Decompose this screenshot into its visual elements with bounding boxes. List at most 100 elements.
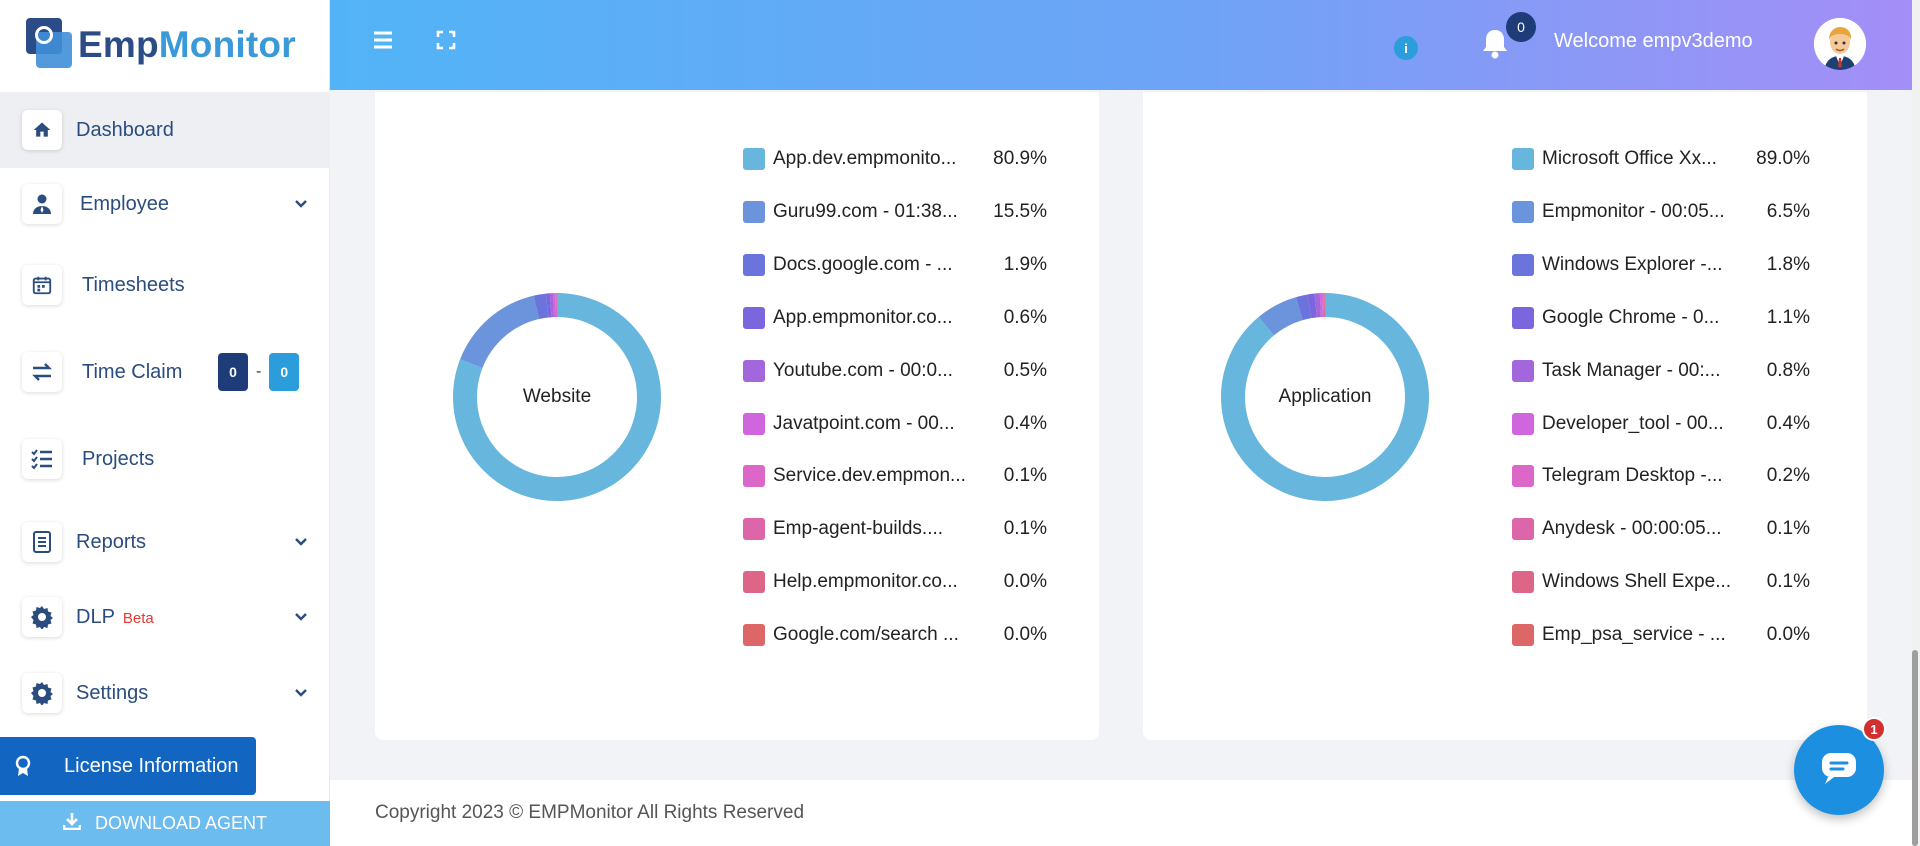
legend-percent: 1.8% (1766, 253, 1810, 275)
legend-label: Developer_tool - 00... (1542, 412, 1724, 434)
website-legend-item[interactable]: Guru99.com - 01:38... (743, 199, 958, 225)
application-legend-item[interactable]: Microsoft Office Xx... (1512, 146, 1717, 172)
gear-icon (22, 597, 62, 637)
sidebar-item-label: Employee (80, 192, 169, 215)
application-legend-item[interactable]: Anydesk - 00:00:05... (1512, 516, 1722, 542)
sidebar-item-dashboard[interactable]: Dashboard (0, 92, 330, 168)
legend-percent: 6.5% (1766, 200, 1810, 222)
website-legend-item[interactable]: Service.dev.empmon... (743, 463, 966, 489)
home-icon (22, 110, 62, 150)
legend-label: Emp_psa_service - ... (1542, 624, 1726, 646)
website-chart-center-label: Website (522, 386, 592, 407)
sidebar-item-label: Dashboard (76, 118, 174, 141)
legend-swatch (1512, 148, 1534, 170)
approved-claims-badge: 0 (269, 353, 300, 391)
legend-swatch (1512, 412, 1534, 435)
sidebar-item-timesheets[interactable]: Timesheets (0, 247, 330, 323)
pending-claims-badge: 0 (218, 353, 248, 391)
sidebar-item-dlp[interactable]: DLP Beta (0, 579, 330, 655)
website-legend-item[interactable]: Help.empmonitor.co... (743, 569, 958, 595)
calendar-icon (22, 265, 62, 305)
application-legend-item[interactable]: Developer_tool - 00... (1512, 411, 1724, 437)
download-icon (62, 812, 82, 835)
fullscreen-icon[interactable] (436, 30, 456, 55)
application-legend-item[interactable]: Emp_psa_service - ... (1512, 622, 1726, 648)
application-legend-item[interactable]: Google Chrome - 0... (1512, 305, 1719, 331)
website-legend-item[interactable]: Google.com/search ... (743, 622, 959, 648)
avatar[interactable] (1814, 18, 1866, 70)
legend-swatch (743, 148, 765, 170)
legend-label: App.empmonitor.co... (773, 306, 953, 328)
scrollbar-thumb[interactable] (1912, 650, 1918, 846)
page-scrollbar[interactable] (1912, 0, 1920, 846)
info-icon[interactable]: i (1394, 36, 1418, 60)
download-agent-button[interactable]: DOWNLOAD AGENT (0, 801, 330, 846)
legend-label: App.dev.empmonito... (773, 148, 957, 169)
legend-swatch (1512, 200, 1534, 223)
legend-percent: 1.9% (1003, 253, 1047, 275)
sidebar-item-reports[interactable]: Reports (0, 504, 330, 580)
legend-swatch (1512, 518, 1534, 541)
chevron-down-icon (294, 609, 308, 625)
license-information-button[interactable]: License Information (0, 737, 256, 795)
sidebar-item-employee[interactable]: Employee (0, 166, 330, 242)
bell-icon[interactable] (1480, 28, 1510, 65)
license-label: License Information (64, 754, 239, 777)
application-legend-item[interactable]: Windows Shell Expe... (1512, 569, 1731, 595)
chevron-down-icon (294, 685, 308, 701)
website-legend-item[interactable]: Javatpoint.com - 00... (743, 411, 955, 437)
website-legend-item[interactable]: App.dev.empmonito... (743, 146, 956, 172)
time-claim-counts: 0 - 0 (218, 353, 300, 391)
legend-percent: 0.4% (1003, 412, 1047, 434)
legend-percent: 0.0% (1766, 624, 1810, 646)
report-icon (22, 522, 62, 562)
top-header: i 0 Welcome empv3demo (330, 0, 1912, 90)
website-legend-item[interactable]: App.empmonitor.co... (743, 305, 953, 331)
sidebar-item-settings[interactable]: Settings (0, 655, 330, 731)
application-legend-item[interactable]: Empmonitor - 00:05... (1512, 199, 1725, 225)
legend-percent: 0.1% (1003, 518, 1047, 540)
legend-percent: 0.1% (1003, 465, 1047, 487)
chat-unread-badge: 1 (1862, 717, 1886, 741)
legend-percent: 1.1% (1766, 306, 1810, 328)
website-legend-item[interactable]: Youtube.com - 00:0... (743, 358, 953, 384)
swap-arrows-icon (22, 352, 62, 392)
legend-label: Youtube.com - 00:0... (773, 359, 953, 381)
legend-swatch (743, 412, 765, 435)
award-icon (14, 755, 32, 783)
legend-label: Help.empmonitor.co... (773, 571, 958, 593)
legend-swatch (743, 306, 765, 329)
legend-swatch (1512, 465, 1534, 488)
legend-swatch (1512, 306, 1534, 329)
brand-name: EmpMonitor (78, 24, 296, 65)
legend-percent: 0.6% (1003, 306, 1047, 328)
application-legend-item[interactable]: Windows Explorer -... (1512, 252, 1723, 278)
application-legend-item[interactable]: Task Manager - 00:... (1512, 358, 1720, 384)
application-usage-card: Application Microsoft Office Xx... 89.0% E… (1143, 92, 1867, 740)
brand-logo[interactable]: EmpMonitor (26, 18, 296, 72)
sidebar: EmpMonitor Dashboard Employee Timesheets (0, 0, 330, 846)
application-legend-item[interactable]: Telegram Desktop -... (1512, 463, 1723, 489)
legend-percent: 15.5% (993, 200, 1047, 222)
website-legend-item[interactable]: Emp-agent-builds.... (743, 516, 943, 542)
legend-label: Service.dev.empmon... (773, 465, 966, 487)
application-donut-chart: Application (1197, 269, 1453, 525)
download-label: DOWNLOAD AGENT (94, 813, 268, 833)
legend-label: Empmonitor - 00:05... (1542, 200, 1725, 222)
sidebar-item-label: Projects (82, 447, 155, 470)
welcome-text: Welcome empv3demo (1554, 30, 1753, 52)
legend-swatch (743, 200, 765, 223)
legend-percent: 0.0% (1003, 571, 1047, 593)
sidebar-item-label: DLP Beta (76, 605, 154, 628)
legend-swatch (1512, 624, 1534, 647)
sidebar-item-time-claim[interactable]: Time Claim 0 - 0 (0, 334, 330, 410)
legend-label: Emp-agent-builds.... (773, 518, 944, 540)
logo-icon (26, 18, 72, 72)
sidebar-item-projects[interactable]: Projects (0, 421, 330, 497)
task-list-icon (22, 439, 62, 479)
menu-toggle-icon[interactable] (372, 30, 394, 55)
chat-bubble-icon (1819, 750, 1859, 791)
website-legend-item[interactable]: Docs.google.com - ... (743, 252, 953, 278)
legend-swatch (743, 359, 765, 382)
badge-separator: - (256, 363, 262, 380)
